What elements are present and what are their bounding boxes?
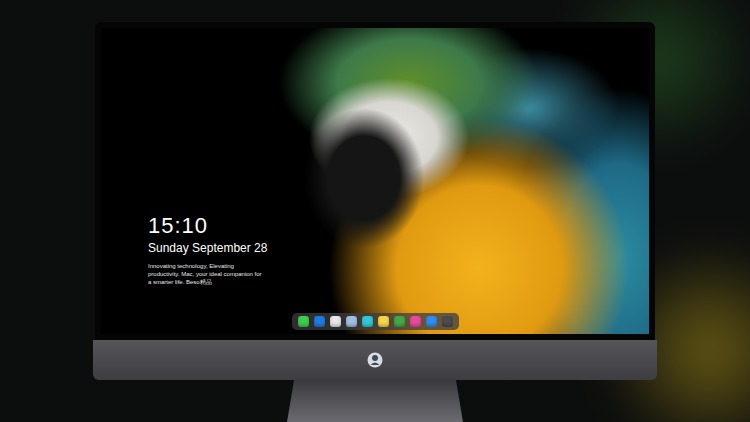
app-icon[interactable] — [410, 316, 421, 327]
app-icon[interactable] — [426, 316, 437, 327]
app-icon[interactable] — [378, 316, 389, 327]
app-icon[interactable] — [346, 316, 357, 327]
app-icon[interactable] — [330, 316, 341, 327]
app-icon[interactable] — [394, 316, 405, 327]
app-icon[interactable] — [442, 316, 453, 327]
app-icon[interactable] — [362, 316, 373, 327]
clock-time: 15:10 — [148, 213, 649, 239]
app-icon[interactable] — [314, 316, 325, 327]
screen-bezel: 15:10 Sunday September 28 Innovating techn… — [95, 22, 655, 340]
monitor-chin — [93, 340, 657, 380]
screen: 15:10 Sunday September 28 Innovating techn… — [101, 28, 649, 334]
dock — [292, 313, 459, 330]
monitor: 15:10 Sunday September 28 Innovating techn… — [93, 22, 657, 422]
page: 15:10 Sunday September 28 Innovating techn… — [0, 0, 750, 422]
lock-clock: 15:10 Sunday September 28 Innovating techn… — [101, 28, 649, 313]
logo-icon — [367, 352, 383, 368]
wallpaper-photo — [269, 28, 649, 334]
app-icon[interactable] — [298, 316, 309, 327]
monitor-stand — [287, 380, 463, 422]
tagline: Innovating technology, Elevating product… — [148, 262, 266, 286]
clock-date: Sunday September 28 — [148, 241, 649, 256]
